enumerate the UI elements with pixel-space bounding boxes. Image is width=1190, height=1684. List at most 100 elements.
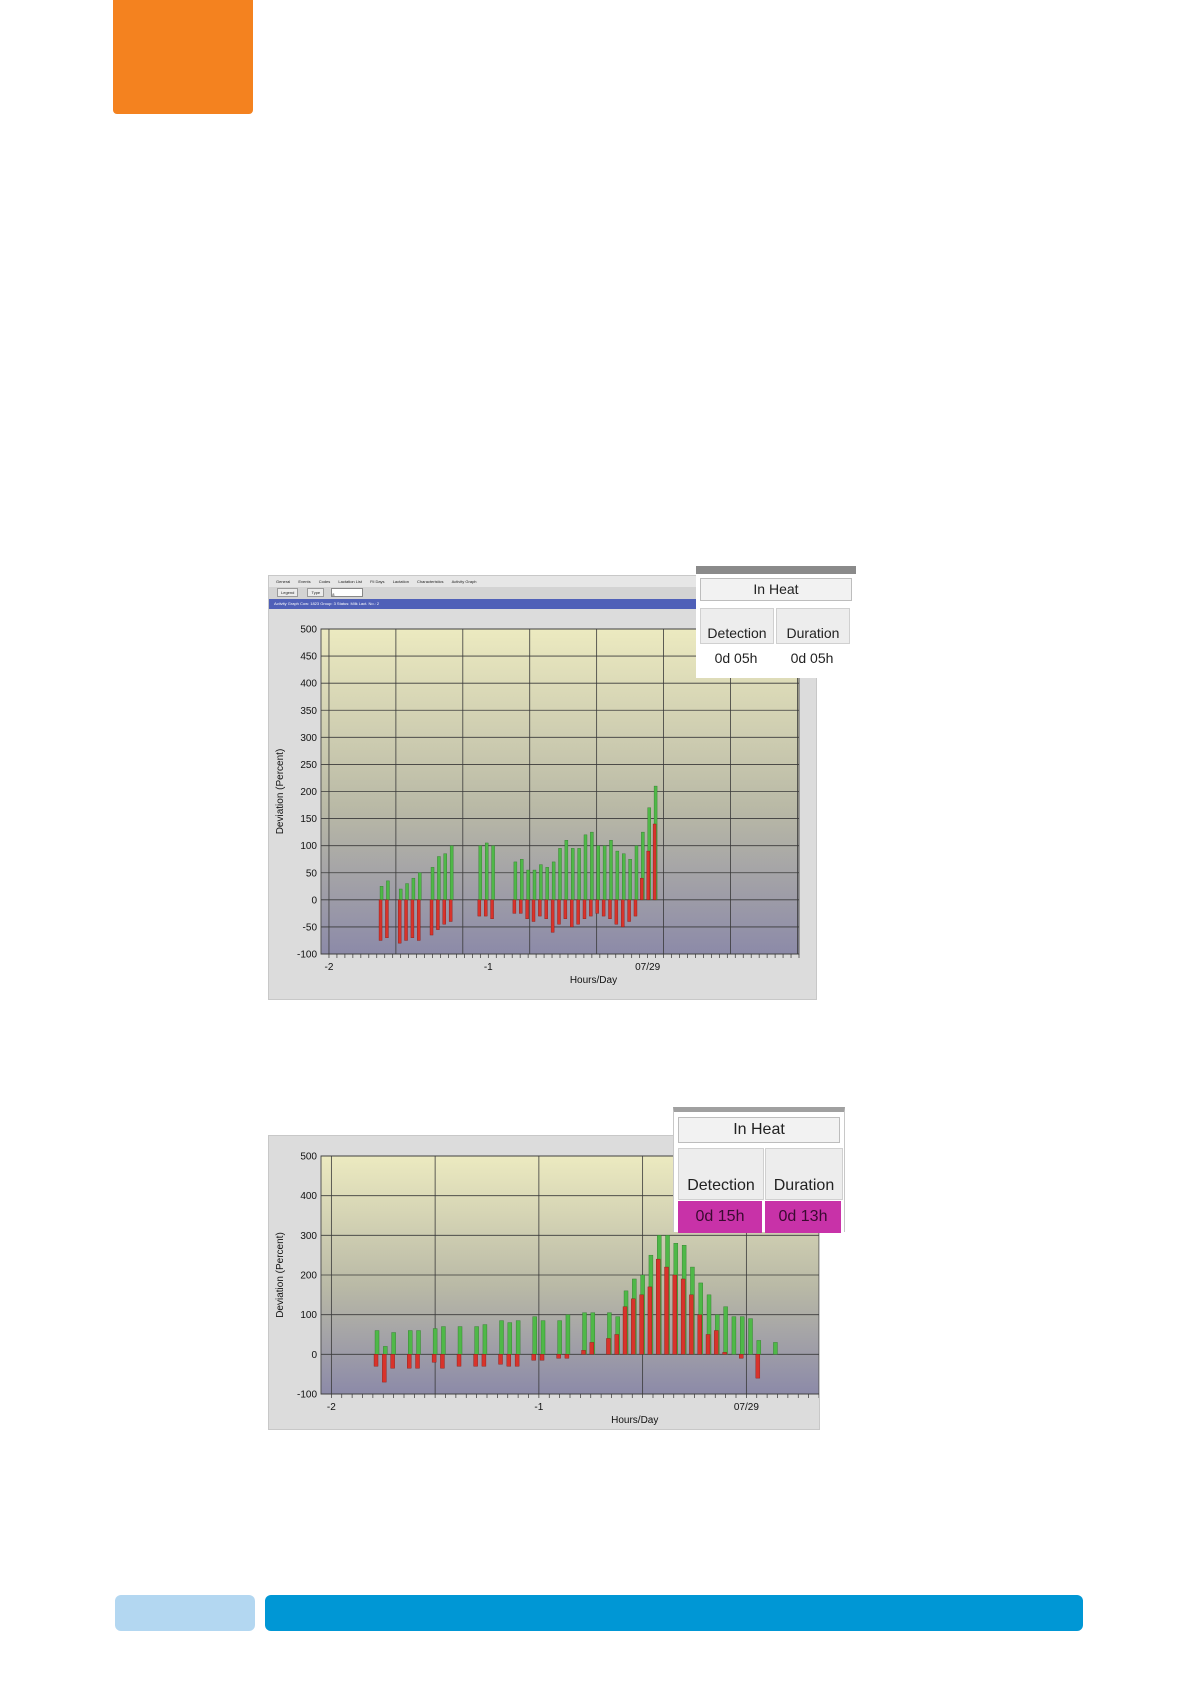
bar-red — [490, 899, 494, 919]
in-heat-title: In Heat — [700, 578, 852, 601]
x-tick-label: -2 — [327, 1402, 336, 1413]
bar-green — [628, 859, 632, 901]
toolbar-input[interactable]: 8 — [331, 588, 364, 598]
bar-red — [442, 899, 446, 925]
in-heat-panel-2: In Heat Detection Duration 0d 15h 0d 13h — [673, 1107, 845, 1233]
duration-header: Duration — [776, 608, 850, 644]
bar-green — [564, 840, 569, 901]
detection-header: Detection — [700, 608, 774, 644]
bar-red — [614, 899, 619, 925]
menu-item-characteristics[interactable]: Characteristics — [417, 579, 443, 584]
menu-item-general[interactable]: General — [276, 579, 290, 584]
bar-red — [429, 899, 434, 936]
bar-red — [484, 899, 488, 917]
y-tick-label: 0 — [311, 895, 317, 906]
bar-green — [386, 880, 390, 901]
bar-red — [581, 1350, 586, 1355]
menu-item-codes[interactable]: Codes — [319, 579, 331, 584]
bar-green — [615, 850, 620, 901]
bar-green — [773, 1342, 778, 1355]
bar-green — [731, 1316, 737, 1355]
detection-value: 0d 05h — [700, 646, 772, 670]
bar-red — [714, 1330, 719, 1355]
y-tick-label: 100 — [300, 1310, 317, 1321]
bar-red — [589, 1342, 595, 1355]
bar-green — [411, 877, 416, 901]
bar-red — [410, 899, 415, 938]
y-tick-label: 100 — [300, 841, 317, 852]
bar-red — [436, 899, 440, 930]
bar-red — [647, 1286, 653, 1355]
bar-green — [374, 1330, 380, 1355]
bar-green — [609, 840, 613, 901]
y-axis-label: Deviation (Percent) — [275, 1232, 286, 1318]
bar-red — [633, 899, 638, 917]
legend-button[interactable]: Legend — [277, 588, 299, 598]
y-tick-label: 200 — [300, 1271, 317, 1282]
bar-green — [405, 883, 409, 901]
bar-red — [519, 899, 523, 914]
y-tick-label: 300 — [300, 1231, 317, 1242]
bar-green — [416, 1330, 421, 1355]
bar-red — [407, 1354, 412, 1369]
menu-item-activity-graph[interactable]: Activity Graph — [452, 579, 477, 584]
bar-green — [391, 1332, 396, 1355]
bar-red — [531, 1354, 536, 1361]
menu-item-events[interactable]: Events — [298, 579, 310, 584]
bar-red — [652, 823, 657, 901]
bar-green — [583, 834, 588, 901]
bar-red — [531, 899, 536, 922]
bar-red — [544, 899, 548, 919]
bar-red — [473, 1354, 478, 1367]
y-tick-label: 400 — [300, 1191, 317, 1202]
bar-red — [656, 1258, 661, 1355]
x-axis-label: Hours/Day — [611, 1415, 658, 1426]
bar-red — [525, 899, 529, 919]
bar-green — [449, 845, 454, 901]
detection-value: 0d 15h — [678, 1201, 762, 1233]
y-tick-label: 300 — [300, 733, 317, 744]
bar-red — [639, 1294, 644, 1355]
bar-green — [441, 1326, 446, 1355]
type-dropdown[interactable]: Type — [307, 588, 325, 598]
bar-red — [382, 1354, 387, 1383]
y-tick-label: 200 — [300, 787, 317, 798]
bar-green — [532, 869, 537, 901]
bar-green — [520, 859, 524, 901]
bar-red — [672, 1274, 678, 1355]
bar-green — [499, 1320, 504, 1355]
bar-green — [513, 861, 518, 901]
bar-red — [390, 1354, 395, 1369]
bar-green — [558, 848, 562, 901]
bar-green — [432, 1328, 438, 1355]
bar-green — [748, 1318, 753, 1355]
y-tick-label: -100 — [297, 950, 317, 961]
bar-red — [417, 899, 421, 941]
bar-red — [373, 1354, 379, 1367]
menu-item-lactation-list[interactable]: Lactation List — [338, 579, 362, 584]
menu-item-fil-days[interactable]: Fil Days — [370, 579, 384, 584]
y-tick-label: 350 — [300, 706, 317, 717]
bar-red — [739, 1354, 744, 1359]
x-axis-label: Hours/Day — [570, 975, 617, 986]
y-tick-label: -100 — [297, 1390, 317, 1401]
bar-green — [590, 831, 594, 901]
bar-red — [556, 1354, 561, 1359]
bar-red — [755, 1354, 761, 1379]
bar-green — [539, 864, 543, 901]
bar-green — [545, 867, 549, 901]
x-tick-label: -1 — [534, 1402, 543, 1413]
y-tick-label: 500 — [300, 625, 317, 636]
bar-green — [582, 1312, 587, 1355]
bar-red — [431, 1354, 437, 1363]
bar-red — [481, 1354, 487, 1367]
x-tick-label: -2 — [325, 962, 334, 973]
bar-red — [404, 899, 408, 941]
in-heat-title: In Heat — [678, 1117, 840, 1143]
footer-bar — [265, 1595, 1083, 1631]
bar-red — [385, 899, 389, 938]
menu-item-lactation[interactable]: Lactation — [393, 579, 409, 584]
y-tick-label: 500 — [300, 1152, 317, 1163]
bar-green — [571, 848, 575, 901]
bar-green — [482, 1324, 488, 1355]
